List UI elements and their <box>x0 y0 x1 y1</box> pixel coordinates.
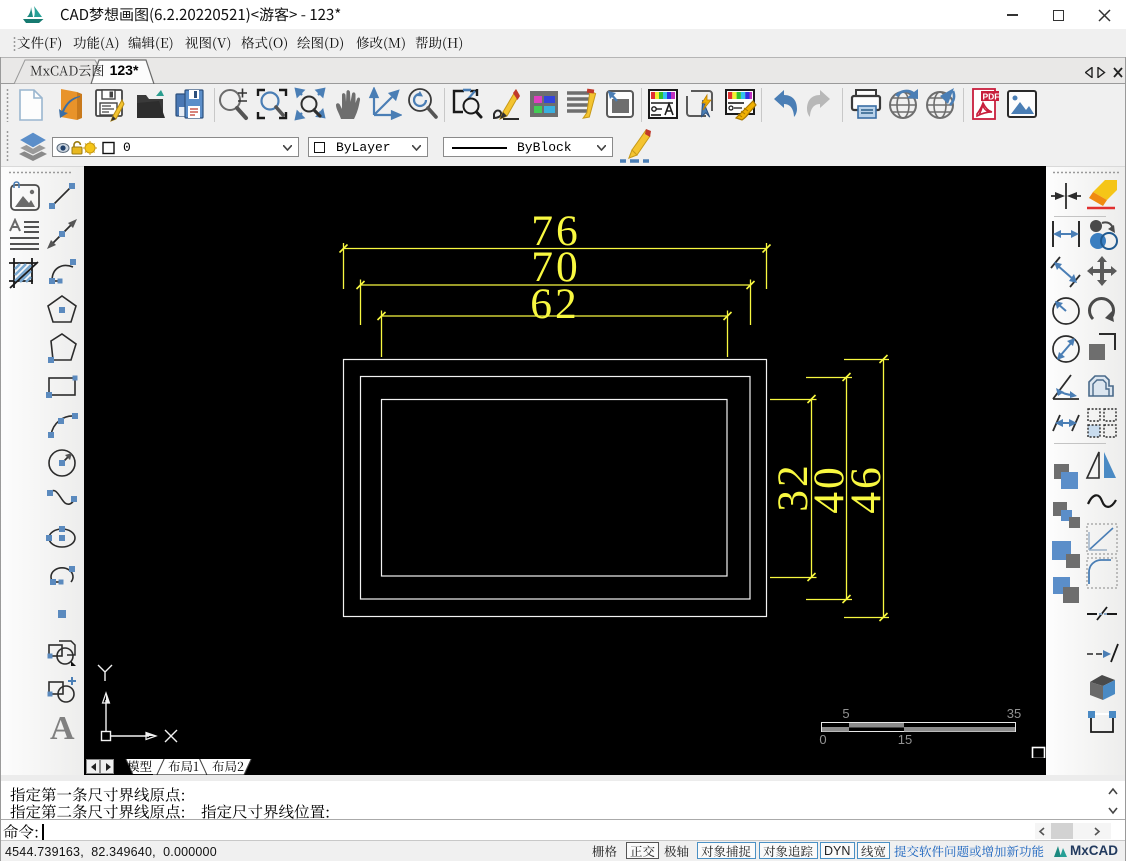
svg-text:A: A <box>50 710 75 744</box>
svg-text:PDF: PDF <box>983 92 1000 102</box>
